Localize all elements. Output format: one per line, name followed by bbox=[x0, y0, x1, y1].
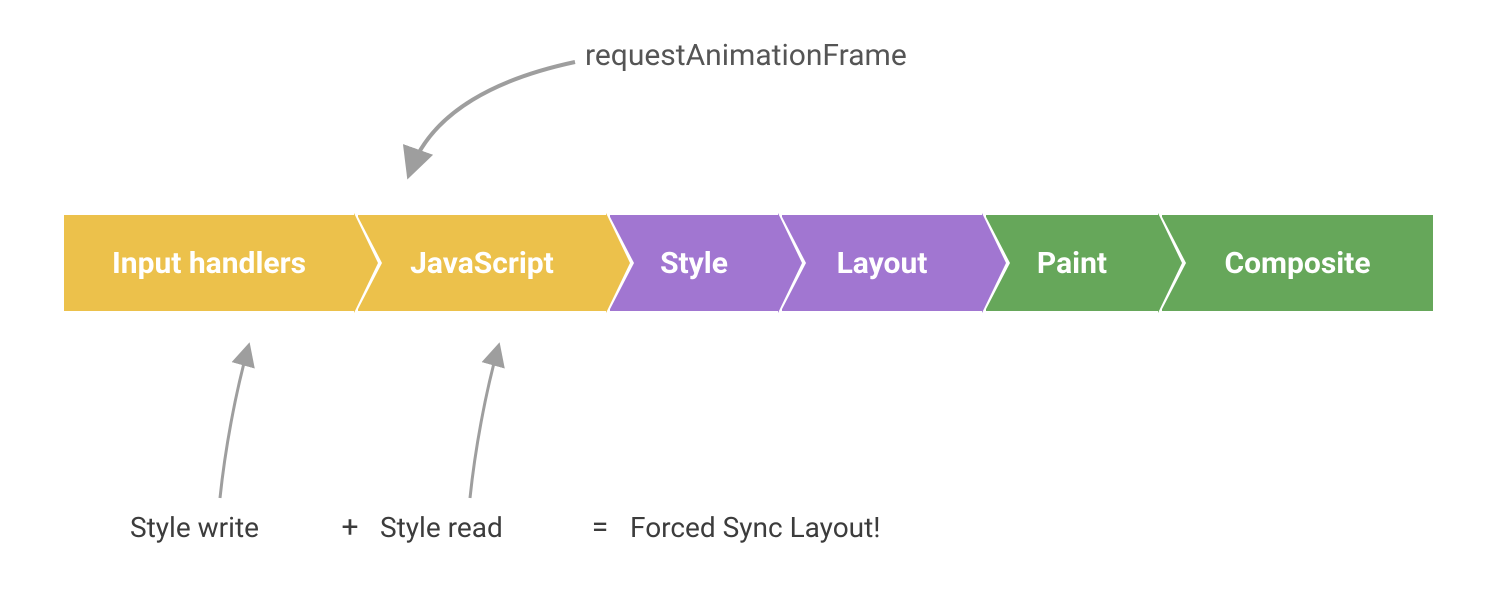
equals-symbol: = bbox=[570, 510, 630, 545]
step-label: JavaScript bbox=[410, 246, 554, 281]
arrow-stylewrite-to-inputhandlers bbox=[220, 348, 248, 498]
plus-symbol: + bbox=[320, 510, 380, 545]
forced-sync-layout-equation: Style write + Style read = Forced Sync L… bbox=[130, 510, 960, 545]
step-label: Paint bbox=[1037, 246, 1107, 281]
label-forced-sync-layout: Forced Sync Layout! bbox=[630, 511, 960, 544]
step-label: Input handlers bbox=[112, 246, 306, 281]
step-paint: Paint bbox=[986, 213, 1158, 313]
step-label: Style bbox=[660, 246, 728, 281]
arrow-raf-to-js bbox=[410, 62, 575, 172]
arrow-styleread-to-javascript bbox=[470, 348, 498, 498]
diagram-root: requestAnimationFrame Input handlers Jav… bbox=[0, 0, 1496, 605]
label-style-write: Style write bbox=[130, 511, 320, 544]
step-layout: Layout bbox=[782, 213, 982, 313]
label-request-animation-frame: requestAnimationFrame bbox=[585, 38, 907, 73]
label-style-read: Style read bbox=[380, 511, 570, 544]
step-label: Composite bbox=[1224, 246, 1370, 281]
pipeline-row: Input handlers JavaScript Style Layout P… bbox=[64, 213, 1433, 313]
step-label: Layout bbox=[837, 246, 928, 281]
step-javascript: JavaScript bbox=[358, 213, 606, 313]
step-input-handlers: Input handlers bbox=[64, 213, 354, 313]
step-style: Style bbox=[610, 213, 778, 313]
step-composite: Composite bbox=[1162, 213, 1433, 313]
